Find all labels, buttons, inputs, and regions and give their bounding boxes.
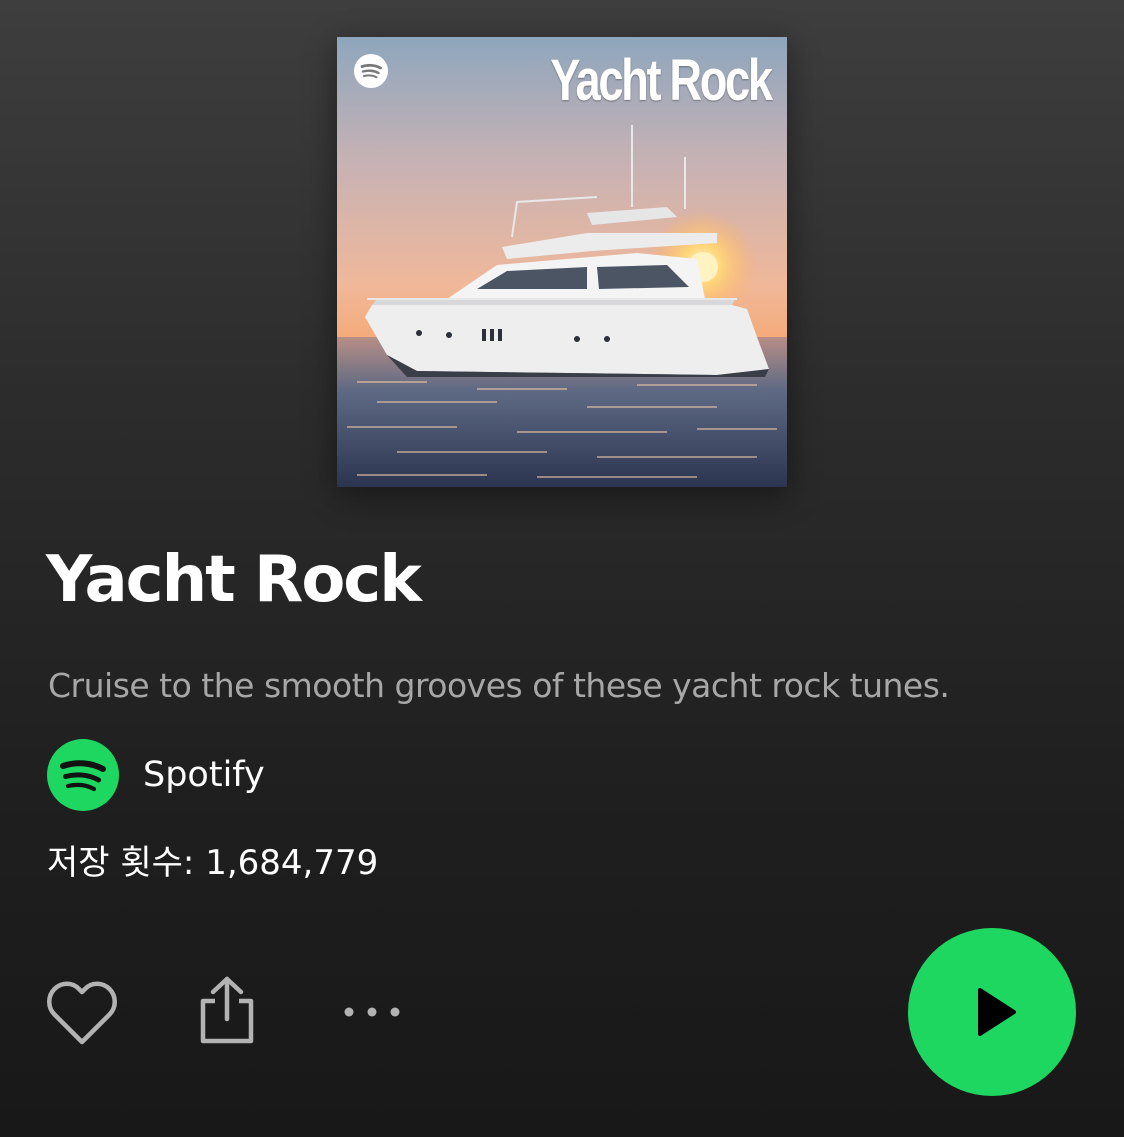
play-button[interactable] (908, 928, 1076, 1096)
like-button[interactable] (44, 978, 120, 1048)
saves-count: 저장 횟수: 1,684,779 (47, 843, 379, 883)
spotify-logo-icon (354, 54, 388, 88)
owner-name: Spotify (143, 755, 265, 795)
spotify-logo-icon (47, 739, 119, 811)
playlist-description: Cruise to the smooth grooves of these ya… (48, 666, 950, 705)
heart-outline-icon (47, 981, 117, 1045)
cover-overlay-title: Yacht Rock (550, 48, 774, 113)
play-icon (978, 988, 1016, 1036)
ellipsis-icon (344, 1007, 400, 1017)
share-icon (200, 976, 254, 1044)
playlist-cover-image: Yacht Rock (337, 37, 787, 487)
playlist-title: Yacht Rock (46, 543, 422, 617)
more-options-button[interactable] (334, 992, 408, 1032)
share-button[interactable] (193, 974, 261, 1046)
playlist-owner[interactable]: Spotify (47, 739, 265, 811)
